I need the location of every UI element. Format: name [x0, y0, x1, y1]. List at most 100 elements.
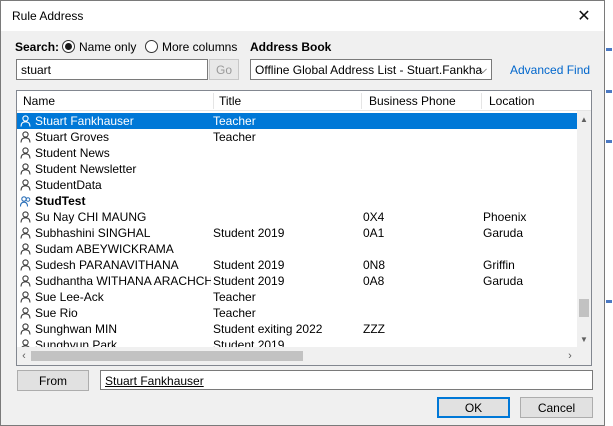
row-title: Teacher	[213, 130, 256, 144]
row-business-phone: 0X4	[363, 210, 385, 224]
address-book-value: Offline Global Address List - Stuart.Fan…	[255, 63, 483, 77]
row-name: Sue Rio	[35, 306, 78, 320]
column-header-business-phone[interactable]: Business Phone	[363, 91, 481, 111]
person-icon	[20, 291, 31, 303]
background-mark	[606, 140, 612, 143]
column-divider[interactable]	[481, 93, 482, 109]
person-icon	[20, 147, 31, 159]
row-name: StudentData	[35, 178, 102, 192]
row-name: Sudesh PARANAVITHANA	[35, 258, 179, 272]
list-item[interactable]: Sue Rio Teacher	[17, 305, 577, 321]
person-icon	[20, 227, 31, 239]
list-item[interactable]: Subhashini SINGHAL Student 2019 0A1 Garuda	[17, 225, 577, 241]
radio-name-only-label[interactable]: Name only	[79, 40, 136, 54]
window-title: Rule Address	[12, 9, 84, 23]
list-item[interactable]: Stuart Groves Teacher	[17, 129, 577, 145]
person-icon	[20, 163, 31, 175]
row-business-phone: ZZZ	[363, 322, 385, 336]
column-divider[interactable]	[361, 93, 362, 109]
row-title: Student 2019	[213, 274, 285, 288]
column-header-title[interactable]: Title	[213, 91, 361, 111]
row-name: Su Nay CHI MAUNG	[35, 210, 147, 224]
row-location: Griffin	[483, 258, 515, 272]
ok-button[interactable]: OK	[437, 397, 510, 418]
horizontal-scrollbar[interactable]: ‹ ›	[17, 347, 577, 365]
chevron-down-icon: ⌵	[478, 64, 487, 76]
row-title: Teacher	[213, 114, 256, 128]
group-icon	[19, 195, 31, 207]
column-header-location[interactable]: Location	[483, 91, 577, 111]
row-title: Teacher	[213, 290, 256, 304]
title-bar: Rule Address ✕	[1, 1, 604, 31]
list-rows: Stuart Fankhauser Teacher Stuart Groves Tea…	[17, 113, 577, 353]
person-icon	[20, 115, 31, 127]
address-list[interactable]: Name Title Business Phone Location Stuar…	[16, 90, 592, 366]
background-mark	[606, 300, 612, 303]
scroll-right-icon[interactable]: ›	[563, 347, 577, 365]
radio-more-columns-label[interactable]: More columns	[162, 40, 237, 54]
radio-more-columns[interactable]	[145, 40, 158, 53]
close-icon: ✕	[577, 8, 591, 25]
row-name: Stuart Fankhauser	[35, 114, 134, 128]
list-item[interactable]: Sunghwan MIN Student exiting 2022 ZZZ	[17, 321, 577, 337]
person-icon	[20, 131, 31, 143]
list-item[interactable]: Sue Lee-Ack Teacher	[17, 289, 577, 305]
close-button[interactable]: ✕	[564, 1, 604, 31]
row-name: Sudhantha WITHANA ARACHCHI...	[35, 274, 211, 288]
list-item[interactable]: Stuart Fankhauser Teacher	[17, 113, 577, 129]
from-field[interactable]: Stuart Fankhauser	[100, 370, 593, 390]
vertical-scroll-thumb[interactable]	[579, 299, 589, 317]
row-title: Student exiting 2022	[213, 322, 323, 336]
list-item[interactable]: Sudam ABEYWICKRAMA	[17, 241, 577, 257]
list-header: Name Title Business Phone Location	[17, 91, 591, 111]
row-location: Phoenix	[483, 210, 527, 224]
row-location: Garuda	[483, 274, 524, 288]
row-name: Student News	[35, 146, 110, 160]
scroll-down-icon[interactable]: ▼	[577, 333, 591, 347]
background-mark	[606, 90, 612, 93]
horizontal-scroll-thumb[interactable]	[31, 351, 303, 361]
address-book-label: Address Book	[250, 40, 332, 54]
person-icon	[20, 307, 31, 319]
background-window-edge	[605, 0, 613, 426]
row-location: Garuda	[483, 226, 524, 240]
row-name: Subhashini SINGHAL	[35, 226, 151, 240]
column-header-name[interactable]: Name	[17, 91, 213, 111]
list-item[interactable]: Su Nay CHI MAUNG 0X4 Phoenix	[17, 209, 577, 225]
person-icon	[20, 275, 31, 287]
row-name: Stuart Groves	[35, 130, 110, 144]
person-icon	[20, 179, 31, 191]
list-item[interactable]: Sudesh PARANAVITHANA Student 2019 0N8 Griff…	[17, 257, 577, 273]
radio-name-only[interactable]	[62, 40, 75, 53]
go-button[interactable]: Go	[209, 59, 239, 80]
row-name: Sudam ABEYWICKRAMA	[35, 242, 174, 256]
list-item[interactable]: Sudhantha WITHANA ARACHCHI... Student 201…	[17, 273, 577, 289]
from-button[interactable]: From	[17, 370, 89, 391]
advanced-find-link[interactable]: Advanced Find	[510, 63, 590, 77]
background-mark	[606, 48, 612, 51]
list-item[interactable]: Student Newsletter	[17, 161, 577, 177]
person-icon	[20, 211, 31, 223]
scrollbar-corner	[577, 347, 591, 365]
row-business-phone: 0N8	[363, 258, 386, 272]
search-label: Search:	[15, 40, 60, 54]
address-book-select[interactable]: Offline Global Address List - Stuart.Fan…	[250, 59, 492, 80]
row-title: Student 2019	[213, 258, 285, 272]
row-business-phone: 0A1	[363, 226, 385, 240]
row-title: Student 2019	[213, 226, 285, 240]
search-input[interactable]: stuart	[16, 59, 208, 80]
list-item[interactable]: StudentData	[17, 177, 577, 193]
scroll-up-icon[interactable]: ▲	[577, 113, 591, 127]
person-icon	[20, 259, 31, 271]
row-name: Sunghwan MIN	[35, 322, 118, 336]
row-name: StudTest	[35, 194, 86, 208]
list-item[interactable]: StudTest	[17, 193, 577, 209]
rule-address-dialog: Rule Address ✕ Search: Name only More co…	[0, 0, 605, 426]
cancel-button[interactable]: Cancel	[520, 397, 593, 418]
vertical-scrollbar[interactable]: ▲ ▼	[577, 111, 591, 347]
scroll-left-icon[interactable]: ‹	[17, 347, 31, 365]
list-item[interactable]: Student News	[17, 145, 577, 161]
person-icon	[20, 243, 31, 255]
row-business-phone: 0A8	[363, 274, 385, 288]
row-name: Student Newsletter	[35, 162, 137, 176]
